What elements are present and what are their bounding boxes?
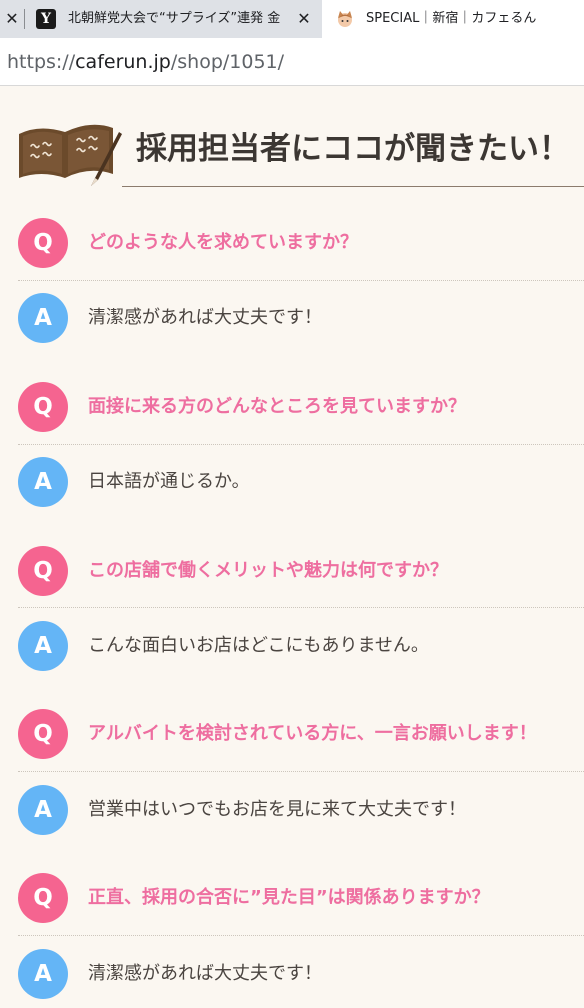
tab-strip: ✕ Y 北朝鮮党大会で“サプライズ”連発 金 ✕ SPECIAL｜新宿｜カフェる… <box>0 0 584 38</box>
answer-badge: A <box>18 293 68 343</box>
caferun-favicon-icon <box>338 11 352 27</box>
tab-title: 北朝鮮党大会で“サプライズ”連発 金 <box>68 11 281 26</box>
question-row: Q 正直、採用の合否に”見た目”は関係ありますか？ <box>0 873 584 929</box>
answer-row: A 日本語が通じるか。 <box>0 457 584 513</box>
question-badge: Q <box>18 873 68 923</box>
question-text: 正直、採用の合否に”見た目”は関係ありますか？ <box>88 887 490 908</box>
close-tab-icon[interactable]: ✕ <box>2 9 22 29</box>
answer-badge: A <box>18 457 68 507</box>
question-text: アルバイトを検討されている方に、一言お願いします！ <box>88 723 537 744</box>
answer-row: A こんな面白いお店はどこにもありません。 <box>0 621 584 677</box>
tab-title: SPECIAL｜新宿｜カフェるん <box>366 11 537 26</box>
question-row: Q この店舗で働くメリットや魅力は何ですか？ <box>0 546 584 602</box>
question-text: この店舗で働くメリットや魅力は何ですか？ <box>88 560 448 581</box>
divider <box>18 280 584 281</box>
url-scheme: https:// <box>7 51 76 73</box>
page-title: 採用担当者にココが聞きたい！ <box>136 131 570 167</box>
tab-caferun[interactable]: SPECIAL｜新宿｜カフェるん <box>322 0 584 38</box>
divider <box>18 607 584 608</box>
answer-text: こんな面白いお店はどこにもありません。 <box>88 635 429 656</box>
question-text: 面接に来る方のどんなところを見ていますか？ <box>88 396 466 417</box>
question-badge: Q <box>18 709 68 759</box>
answer-text: 営業中はいつでもお店を見に来て大丈夫です！ <box>88 799 466 820</box>
answer-badge: A <box>18 949 68 999</box>
answer-text: 清潔感があれば大丈夫です！ <box>88 963 322 984</box>
question-badge: Q <box>18 382 68 432</box>
url-host: caferun.jp <box>75 51 171 73</box>
question-row: Q アルバイトを検討されている方に、一言お願いします！ <box>0 709 584 765</box>
question-row: Q 面接に来る方のどんなところを見ていますか？ <box>0 382 584 438</box>
close-tab-icon[interactable]: ✕ <box>294 9 314 29</box>
url-text[interactable]: https://caferun.jp/shop/1051/ <box>7 38 284 86</box>
url-path: /shop/1051/ <box>170 51 285 73</box>
tab-partial[interactable]: ✕ <box>0 0 24 38</box>
answer-row: A 営業中はいつでもお店を見に来て大丈夫です！ <box>0 785 584 841</box>
divider <box>18 444 584 445</box>
answer-text: 清潔感があれば大丈夫です！ <box>88 307 322 328</box>
divider <box>18 935 584 936</box>
divider <box>18 771 584 772</box>
answer-text: 日本語が通じるか。 <box>88 471 250 492</box>
answer-badge: A <box>18 621 68 671</box>
question-row: Q どのような人を求めていますか？ <box>0 218 584 274</box>
open-book-pen-icon <box>19 124 122 186</box>
answer-row: A 清潔感があれば大丈夫です！ <box>0 293 584 349</box>
address-bar[interactable]: https://caferun.jp/shop/1051/ <box>0 38 584 86</box>
tab-news[interactable]: Y 北朝鮮党大会で“サプライズ”連発 金 ✕ <box>24 0 322 38</box>
question-badge: Q <box>18 218 68 268</box>
question-text: どのような人を求めていますか？ <box>88 232 358 253</box>
answer-row: A 清潔感があれば大丈夫です！ <box>0 949 584 1005</box>
page-content: 採用担当者にココが聞きたい！ Q どのような人を求めていますか？ A 清潔感があ… <box>0 87 584 1008</box>
answer-badge: A <box>18 785 68 835</box>
title-underline <box>122 186 584 187</box>
question-badge: Q <box>18 546 68 596</box>
yahoo-favicon-icon: Y <box>36 9 56 29</box>
